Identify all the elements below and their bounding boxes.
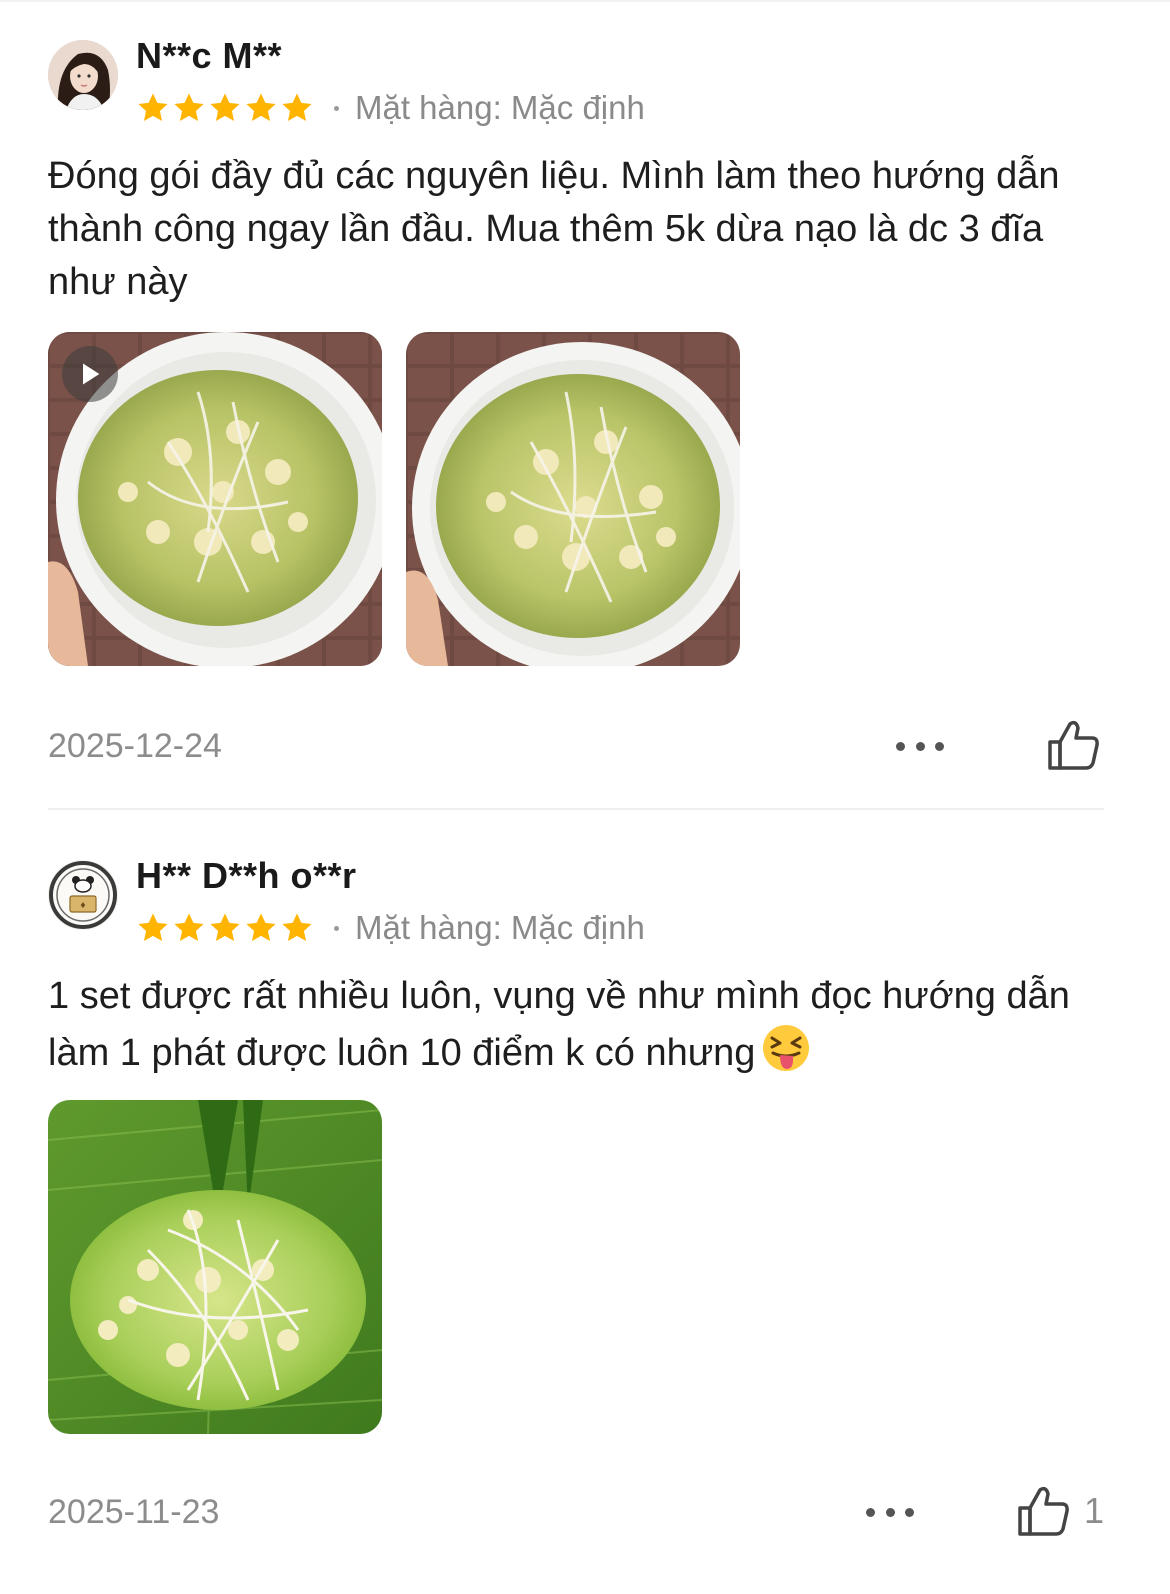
like-count: 1 — [1084, 1490, 1105, 1531]
squinting-tongue-emoji — [761, 1023, 811, 1073]
star-icon — [138, 913, 168, 942]
review-footer: 2025-11-23 1 — [48, 1484, 1104, 1538]
play-icon[interactable] — [62, 346, 118, 402]
thumbs-up-icon — [1048, 720, 1099, 770]
star-icon — [210, 93, 240, 122]
rating-row: Mặt hàng: Mặc định — [136, 908, 645, 948]
review-text-container: 1 set được rất nhiều luôn, vụng về như m… — [48, 970, 1104, 1080]
reviewer-name: H** D**h o**r — [136, 855, 357, 896]
review-date: 2025-12-24 — [48, 727, 222, 765]
more-horizontal-icon[interactable] — [890, 726, 950, 766]
review-image-thumbnail[interactable] — [48, 1100, 382, 1434]
rating-row: Mặt hàng: Mặc định — [136, 88, 645, 128]
star-icon — [246, 93, 276, 122]
review-media — [48, 1100, 382, 1434]
like-button[interactable]: 1 — [1016, 1484, 1104, 1538]
review-text: Đóng gói đầy đủ các nguyên liệu. Mình là… — [48, 155, 1060, 303]
review-footer: 2025-12-24 — [48, 718, 1104, 772]
review-media — [48, 332, 740, 666]
like-button[interactable] — [1046, 718, 1114, 772]
thumbs-up-icon — [1018, 1486, 1069, 1536]
avatar[interactable]: ♦ — [48, 860, 118, 930]
avatar[interactable] — [48, 40, 118, 110]
review-date: 2025-11-23 — [48, 1493, 220, 1531]
star-rating — [136, 911, 314, 945]
separator-dot — [334, 105, 339, 111]
more-horizontal-icon[interactable] — [860, 1492, 920, 1532]
star-icon — [246, 913, 276, 942]
separator-dot — [334, 925, 339, 931]
variant-label: Mặt hàng: Mặc định — [355, 89, 645, 126]
reviewer-name: N**c M** — [136, 35, 283, 76]
review-video-thumbnail[interactable] — [48, 332, 382, 666]
star-icon — [282, 913, 312, 942]
star-icon — [210, 913, 240, 942]
star-icon — [138, 93, 168, 122]
star-rating — [136, 91, 314, 125]
reviews-page: N**c M** Mặt hàng: Mặc định Đóng gói đầy… — [0, 0, 1170, 1594]
review-divider — [48, 808, 1104, 810]
star-icon — [174, 93, 204, 122]
star-icon — [174, 913, 204, 942]
star-icon — [282, 93, 312, 122]
variant-label: Mặt hàng: Mặc định — [355, 909, 645, 946]
top-divider — [0, 0, 1170, 2]
review-image-thumbnail[interactable] — [406, 332, 740, 666]
review-text: 1 set được rất nhiều luôn, vụng về như m… — [48, 975, 1070, 1074]
svg-text:♦: ♦ — [79, 901, 86, 910]
